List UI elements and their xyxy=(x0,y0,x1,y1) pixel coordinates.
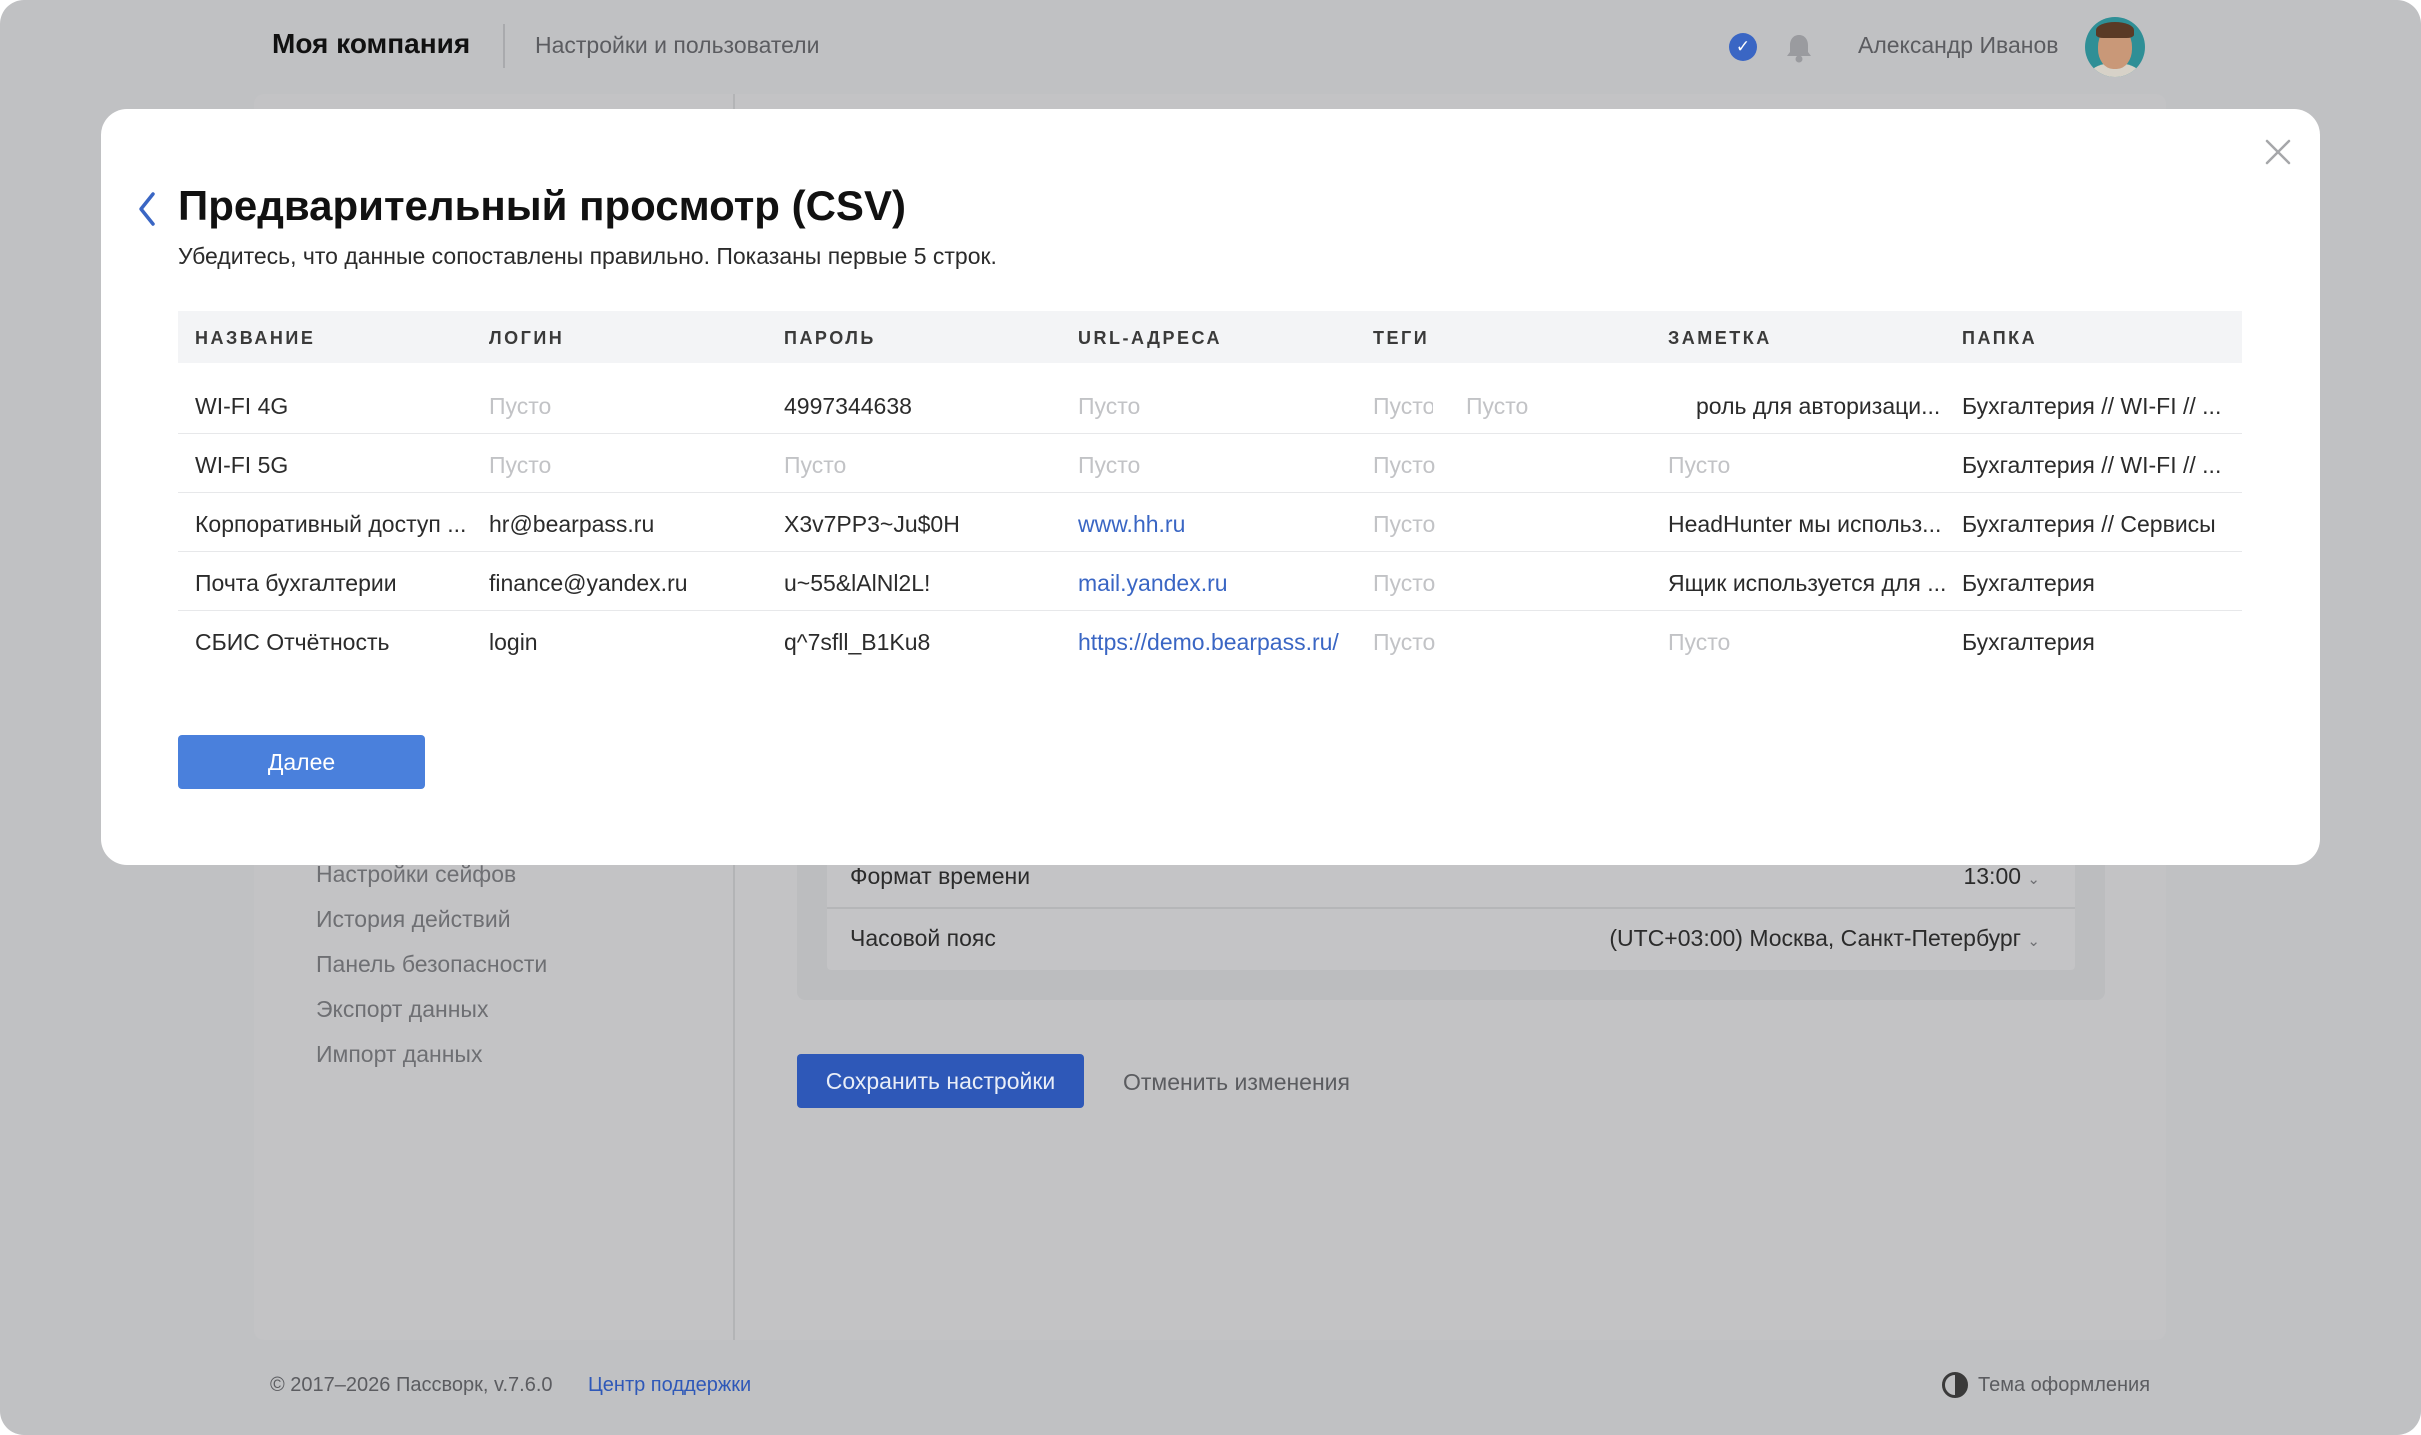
top-bar: Моя компания Настройки и пользователи ✓ … xyxy=(0,0,2421,94)
time-format-row[interactable]: Формат времени 13:00 ⌄ xyxy=(850,863,2050,890)
nav-settings-users[interactable]: Настройки и пользователи xyxy=(535,32,819,59)
timezone-label: Часовой пояс xyxy=(850,925,996,951)
column-header-name: НАЗВАНИЕ xyxy=(195,328,316,348)
app-window: Моя компания Настройки и пользователи ✓ … xyxy=(0,0,2421,1435)
sidebar-item-security-dashboard[interactable]: Панель безопасности xyxy=(316,951,547,978)
sidebar-item-export[interactable]: Экспорт данных xyxy=(316,996,488,1023)
cell-tags: Пусто xyxy=(1373,570,1436,596)
avatar[interactable] xyxy=(2085,17,2145,77)
verified-check-icon[interactable]: ✓ xyxy=(1729,33,1757,61)
cell-tags: Пусто xyxy=(1373,452,1436,478)
user-name[interactable]: Александр Иванов xyxy=(1858,32,2058,59)
timezone-select[interactable]: (UTC+03:00) Москва, Санкт-Петербург ⌄ xyxy=(1609,925,2040,952)
cell-note: HeadHunter мы использ... xyxy=(1668,511,1942,537)
column-header-password: ПАРОЛЬ xyxy=(784,328,876,348)
footer-copyright: © 2017–2026 Пассворк, v.7.6.0 xyxy=(270,1374,553,1396)
header-divider xyxy=(503,24,505,68)
cell-login: Пусто xyxy=(489,393,552,419)
chevron-down-icon: ⌄ xyxy=(2027,871,2040,888)
cell-name: Почта бухгалтерии xyxy=(195,570,397,596)
support-center-link[interactable]: Центр поддержки xyxy=(588,1374,751,1397)
table-header: НАЗВАНИЕ ЛОГИН ПАРОЛЬ URL-АДРЕСА ТЕГИ ЗА… xyxy=(178,311,2242,363)
cell-note: Пусто xyxy=(1668,629,1731,655)
cell-folder: Бухгалтерия // Сервисы xyxy=(1962,511,2216,537)
time-format-label: Формат времени xyxy=(850,863,1031,889)
cell-password: q^7sfll_B1Ku8 xyxy=(784,629,931,655)
cell-note: Ящик используется для ... xyxy=(1668,570,1947,596)
column-header-note: ЗАМЕТКА xyxy=(1668,328,1772,348)
avatar-hair xyxy=(2096,22,2134,38)
cell-login: finance@yandex.ru xyxy=(489,570,688,596)
cell-url-link[interactable]: mail.yandex.ru xyxy=(1078,570,1358,597)
cell-tags: Пусто xyxy=(1373,511,1436,537)
sidebar-item-vault-settings[interactable]: Настройки сейфов xyxy=(316,861,516,888)
timezone-row[interactable]: Часовой пояс (UTC+03:00) Москва, Санкт-П… xyxy=(850,925,2050,952)
cell-note: Пусто xyxy=(1668,452,1731,478)
cell-login: Пусто xyxy=(489,452,552,478)
cell-url-link[interactable]: https://demo.bearpass.ru/ xyxy=(1078,629,1363,656)
theme-toggle[interactable]: Тема оформления xyxy=(1942,1372,2150,1398)
cell-folder: Бухгалтерия // WI-FI // ... xyxy=(1962,452,2222,478)
cell-tags: Пусто xyxy=(1373,393,1433,419)
column-header-tags: ТЕГИ xyxy=(1373,328,1430,348)
cell-password: X3v7PP3~Ju$0H xyxy=(784,511,960,537)
cell-url: Пусто xyxy=(1078,452,1141,478)
time-format-select[interactable]: 13:00 ⌄ xyxy=(1963,863,2040,890)
column-header-login: ЛОГИН xyxy=(489,328,565,348)
cell-folder: Бухгалтерия xyxy=(1962,629,2095,655)
sidebar-item-activity-log[interactable]: История действий xyxy=(316,906,511,933)
table-row: СБИС Отчётность login q^7sfll_B1Ku8 http… xyxy=(178,611,2242,670)
cell-name: WI-FI 4G xyxy=(195,393,289,419)
table-row: WI-FI 5G Пусто Пусто Пусто Пусто Пусто Б… xyxy=(178,434,2242,493)
table-row: Почта бухгалтерии finance@yandex.ru u~55… xyxy=(178,552,2242,611)
cell-folder: Бухгалтерия // WI-FI // ... xyxy=(1962,393,2222,419)
bell-icon[interactable] xyxy=(1784,32,1814,64)
column-header-folder: ПАПКА xyxy=(1962,328,2038,348)
modal-title: Предварительный просмотр (CSV) xyxy=(178,182,906,229)
table-row: Корпоративный доступ ... hr@bearpass.ru … xyxy=(178,493,2242,552)
cancel-changes-link[interactable]: Отменить изменения xyxy=(1123,1069,1350,1096)
cell-name: Корпоративный доступ ... xyxy=(195,511,467,537)
modal-subtitle: Убедитесь, что данные сопоставлены прави… xyxy=(178,243,997,269)
theme-label: Тема оформления xyxy=(1978,1373,2151,1396)
cell-tags-overlap: Пусто xyxy=(1466,393,1529,419)
cell-password: Пусто xyxy=(784,452,847,478)
next-button[interactable]: Далее xyxy=(178,735,425,789)
cell-password: 4997344638 xyxy=(784,393,912,419)
column-header-urls: URL-АДРЕСА xyxy=(1078,328,1223,348)
cell-login: login xyxy=(489,629,538,655)
preview-table: НАЗВАНИЕ ЛОГИН ПАРОЛЬ URL-АДРЕСА ТЕГИ ЗА… xyxy=(178,311,2242,670)
cell-url-link[interactable]: www.hh.ru xyxy=(1078,511,1358,538)
table-row: WI-FI 4G Пусто 4997344638 Пусто Пусто Пу… xyxy=(178,375,2242,434)
save-settings-button[interactable]: Сохранить настройки xyxy=(797,1054,1084,1108)
cell-folder: Бухгалтерия xyxy=(1962,570,2095,596)
cell-name: WI-FI 5G xyxy=(195,452,289,478)
back-chevron-icon[interactable] xyxy=(133,188,161,230)
contrast-icon xyxy=(1942,1372,1968,1398)
cell-url: Пусто xyxy=(1078,393,1141,419)
cell-password: u~55&lAlNl2L! xyxy=(784,570,931,596)
close-icon[interactable] xyxy=(2262,136,2294,168)
sidebar-item-import[interactable]: Импорт данных xyxy=(316,1041,482,1068)
cell-tags: Пусто xyxy=(1373,629,1436,655)
chevron-down-icon: ⌄ xyxy=(2027,933,2040,950)
cell-note: роль для авторизаци... xyxy=(1696,393,1941,419)
cell-name: СБИС Отчётность xyxy=(195,629,390,655)
company-name[interactable]: Моя компания xyxy=(272,28,470,60)
settings-divider xyxy=(827,907,2075,909)
cell-login: hr@bearpass.ru xyxy=(489,511,655,537)
